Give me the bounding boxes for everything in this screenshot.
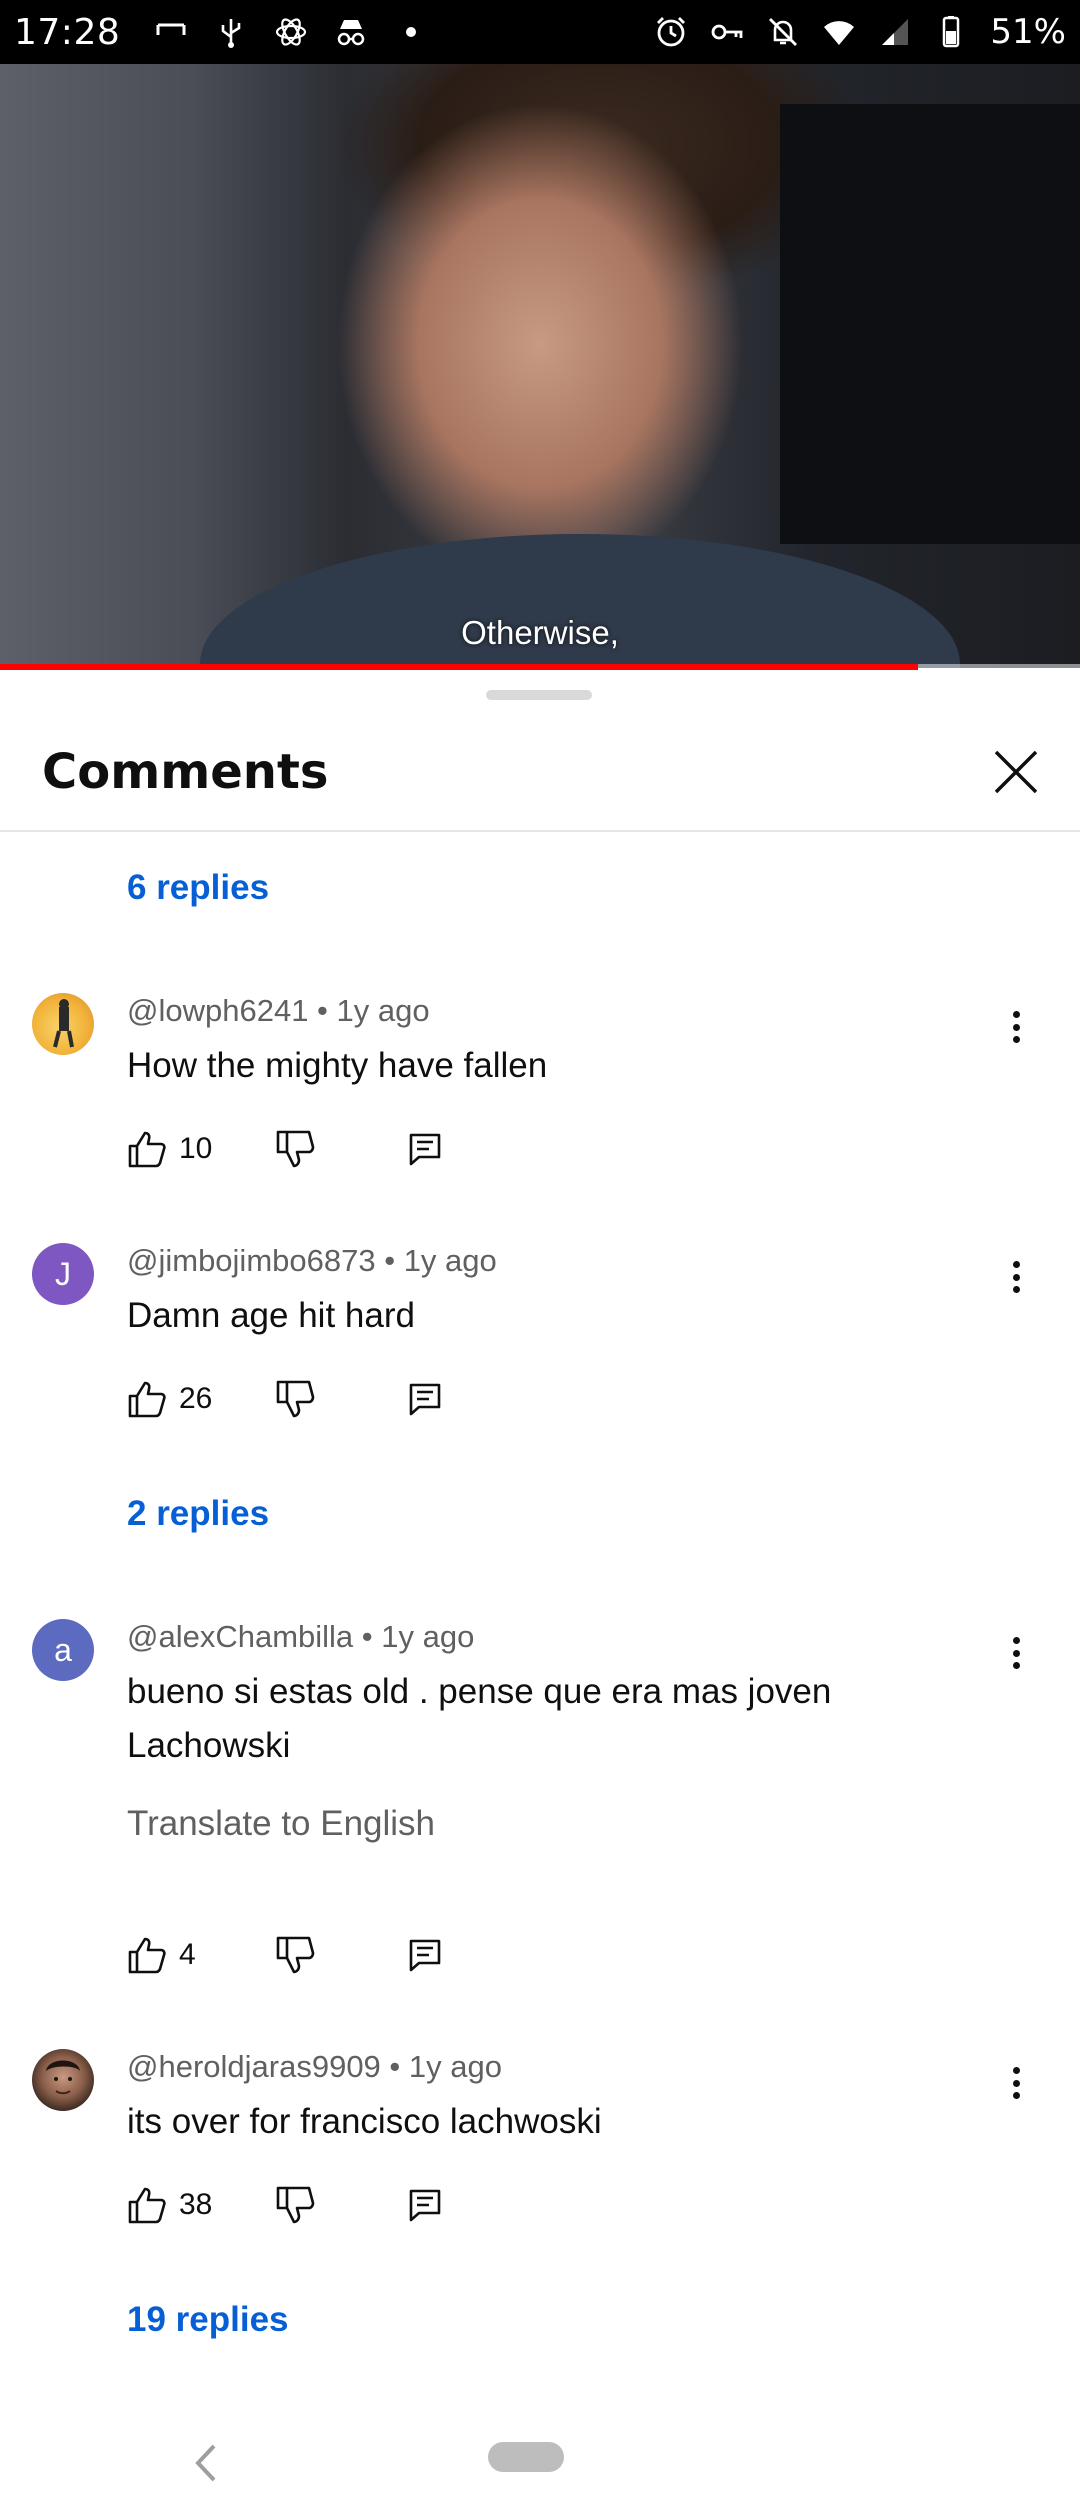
vpn-key-icon: [712, 24, 743, 40]
comment-actions: 10: [127, 1124, 441, 1174]
usb-icon: [221, 19, 241, 48]
comment-meta: @alexChambilla • 1y ago: [127, 1619, 475, 1654]
avatar[interactable]: a: [32, 1619, 94, 1681]
avatar[interactable]: J: [32, 1243, 94, 1305]
replies-link[interactable]: 6 replies: [127, 868, 269, 908]
signal-icon: [882, 19, 909, 45]
comment-author[interactable]: @jimbojimbo6873: [127, 1243, 376, 1278]
alarm-icon: [657, 17, 686, 47]
comment-age: 1y ago: [336, 993, 430, 1028]
bell-off-icon: [769, 18, 798, 46]
comment-meta: @heroldjaras9909 • 1y ago: [127, 2049, 502, 2084]
status-time: 17:28: [14, 11, 121, 53]
more-options-icon[interactable]: [996, 2063, 1036, 2103]
home-pill-button[interactable]: [488, 2442, 564, 2472]
comment-text: How the mighty have fallen: [127, 1046, 548, 1085]
more-options-icon[interactable]: [996, 1257, 1036, 1297]
like-count: 10: [179, 1132, 213, 1165]
thumbs-up-icon[interactable]: [127, 1379, 167, 1419]
avatar-face-icon: [46, 2060, 80, 2095]
comments-title: Comments: [42, 744, 329, 800]
thumbs-down-icon[interactable]: [275, 2185, 315, 2225]
comment-text: its over for francisco lachwoski: [127, 2102, 602, 2141]
replies-link[interactable]: 2 replies: [127, 1494, 269, 1534]
comment-actions: 26: [127, 1374, 441, 1424]
reply-icon[interactable]: [405, 1935, 445, 1975]
thumbs-up-icon[interactable]: [127, 2185, 167, 2225]
comment-actions: 38: [127, 2180, 441, 2230]
reply-icon[interactable]: [405, 1379, 445, 1419]
thumbs-up-icon[interactable]: [127, 1935, 167, 1975]
comment-author[interactable]: @lowph6241: [127, 993, 308, 1028]
drag-handle[interactable]: [486, 690, 592, 700]
thumbs-down-icon[interactable]: [275, 1379, 315, 1419]
wifi-icon: [824, 21, 855, 45]
avatar-figure-icon: [53, 999, 74, 1048]
atom-icon: [276, 18, 307, 46]
more-options-icon[interactable]: [996, 1007, 1036, 1047]
battery-percent: 51%: [990, 12, 1066, 52]
avatar-letter: J: [55, 1255, 71, 1292]
comment-age: 1y ago: [403, 1243, 497, 1278]
incognito-icon: [338, 20, 365, 46]
comment-meta: @lowph6241 • 1y ago: [127, 993, 430, 1028]
like-count: 4: [179, 1938, 196, 1971]
comment-author[interactable]: @alexChambilla: [127, 1619, 353, 1654]
screen-icon: [156, 23, 186, 35]
dot-icon: [406, 27, 417, 37]
system-nav-bar: [0, 2410, 1080, 2520]
comment-meta: @jimbojimbo6873 • 1y ago: [127, 1243, 497, 1278]
thumbs-down-icon[interactable]: [275, 1129, 315, 1169]
back-chevron-icon[interactable]: [186, 2438, 226, 2488]
thumbs-down-icon[interactable]: [275, 1935, 315, 1975]
like-count: 26: [179, 1382, 213, 1415]
more-options-icon[interactable]: [996, 1633, 1036, 1673]
comment-age: 1y ago: [381, 1619, 475, 1654]
comment-actions: 4: [127, 1930, 441, 1980]
like-count: 38: [179, 2188, 213, 2221]
replies-link[interactable]: 19 replies: [127, 2300, 289, 2340]
video-player[interactable]: Otherwise,: [0, 64, 1080, 668]
comment-author[interactable]: @heroldjaras9909: [127, 2049, 381, 2084]
comments-header: Comments: [0, 708, 1080, 832]
battery-icon: [943, 16, 960, 48]
avatar[interactable]: [32, 993, 94, 1055]
status-bar: 17:28 51%: [0, 0, 1080, 64]
video-caption: Otherwise,: [461, 614, 619, 651]
reply-icon[interactable]: [405, 1129, 445, 1169]
comment-text: bueno si estas old . pense que era mas j…: [127, 1672, 832, 1765]
comment-text: Damn age hit hard: [127, 1296, 415, 1335]
avatar[interactable]: [32, 2049, 94, 2111]
comments-sheet: Comments: [0, 670, 1080, 2520]
video-background-panel: [780, 104, 1080, 544]
thumbs-up-icon[interactable]: [127, 1129, 167, 1169]
avatar-letter: a: [54, 1631, 72, 1668]
comment-age: 1y ago: [408, 2049, 502, 2084]
translate-link[interactable]: Translate to English: [127, 1804, 435, 1844]
reply-icon[interactable]: [405, 2185, 445, 2225]
close-icon[interactable]: [986, 742, 1046, 802]
